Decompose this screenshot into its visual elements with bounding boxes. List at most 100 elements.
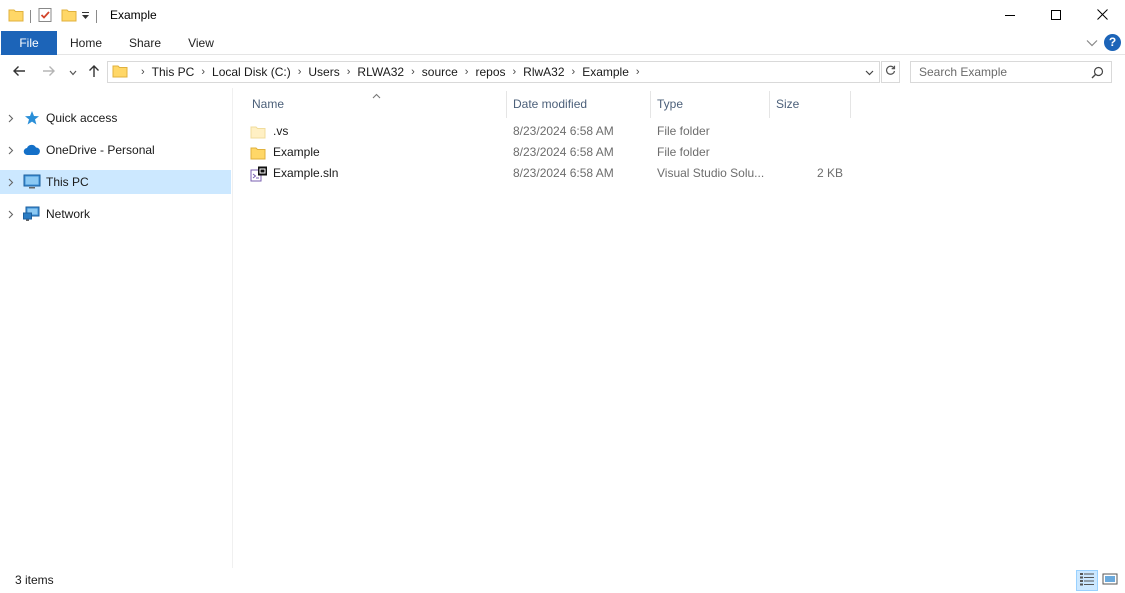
- chevron-down-icon: [865, 65, 874, 79]
- chevron-right-icon[interactable]: [0, 114, 22, 123]
- large-icons-view-icon: [1102, 572, 1118, 589]
- file-date-modified: 8/23/2024 6:58 AM: [513, 124, 614, 138]
- navigation-pane: Quick access OneDrive - Personal This PC…: [0, 88, 233, 568]
- window-title: Example: [110, 8, 157, 22]
- details-view-button[interactable]: [1076, 570, 1098, 591]
- search-box: [910, 61, 1112, 83]
- close-button[interactable]: [1079, 0, 1125, 31]
- customize-dropdown-icon[interactable]: [81, 11, 90, 22]
- file-size: [770, 121, 843, 142]
- address-history-dropdown[interactable]: [863, 66, 875, 78]
- maximize-button[interactable]: [1033, 0, 1079, 31]
- cloud-icon: [22, 141, 42, 159]
- breadcrumb-item[interactable]: This PC: [152, 65, 195, 79]
- column-header-name[interactable]: Name: [246, 91, 507, 118]
- breadcrumb-separator-icon[interactable]: ›: [636, 66, 640, 78]
- hidden-folder-icon: [250, 124, 268, 140]
- search-input[interactable]: [911, 62, 1081, 82]
- toolbar-divider: [30, 9, 31, 23]
- sidebar-item-this-pc[interactable]: This PC: [0, 170, 231, 194]
- file-size: 2 KB: [816, 166, 843, 180]
- tab-home[interactable]: Home: [62, 31, 110, 55]
- column-header-type[interactable]: Type: [651, 91, 770, 118]
- chevron-right-icon[interactable]: [0, 210, 22, 219]
- chevron-right-icon[interactable]: [0, 146, 22, 155]
- breadcrumb-separator-icon[interactable]: ›: [513, 66, 517, 78]
- title-bar: Example: [0, 0, 1125, 31]
- large-icons-view-button[interactable]: [1099, 570, 1121, 591]
- window-controls: [987, 0, 1125, 31]
- breadcrumb-separator-icon[interactable]: ›: [201, 66, 205, 78]
- breadcrumb-item[interactable]: RlwA32: [523, 65, 564, 79]
- chevron-down-icon: [1086, 36, 1098, 50]
- file-type: Visual Studio Solu...: [657, 166, 765, 180]
- breadcrumb-item[interactable]: Users: [308, 65, 339, 79]
- folder-icon: [112, 64, 128, 81]
- sidebar-item-onedrive[interactable]: OneDrive - Personal: [0, 138, 231, 162]
- address-bar[interactable]: › This PC › Local Disk (C:) › Users › RL…: [107, 61, 880, 83]
- close-icon: [1096, 8, 1108, 23]
- sidebar-item-label: Quick access: [46, 111, 118, 125]
- breadcrumb-separator-icon[interactable]: ›: [141, 66, 145, 78]
- column-header-size[interactable]: Size: [770, 91, 851, 118]
- tab-file[interactable]: File: [1, 31, 57, 55]
- folder-icon: [8, 8, 24, 25]
- sidebar-item-network[interactable]: Network: [0, 202, 231, 226]
- sidebar-item-label: This PC: [46, 175, 89, 189]
- chevron-down-icon: [69, 65, 77, 79]
- ribbon: File Home Share View ?: [0, 31, 1125, 55]
- star-icon: [22, 109, 42, 127]
- file-row[interactable]: Example.sln 8/23/2024 6:58 AM Visual Stu…: [250, 163, 850, 184]
- tab-share[interactable]: Share: [122, 31, 168, 55]
- back-button[interactable]: [10, 62, 28, 82]
- new-folder-icon[interactable]: [61, 8, 77, 25]
- file-type: File folder: [657, 124, 710, 138]
- sidebar-item-quick-access[interactable]: Quick access: [0, 106, 231, 130]
- column-header-date-modified[interactable]: Date modified: [507, 91, 651, 118]
- arrow-left-icon: [12, 65, 26, 80]
- breadcrumb-separator-icon[interactable]: ›: [411, 66, 415, 78]
- file-row[interactable]: Example 8/23/2024 6:58 AM File folder: [250, 142, 850, 163]
- file-row[interactable]: .vs 8/23/2024 6:58 AM File folder: [250, 121, 850, 142]
- breadcrumb-item[interactable]: RLWA32: [357, 65, 404, 79]
- breadcrumb-separator-icon[interactable]: ›: [347, 66, 351, 78]
- breadcrumb-item[interactable]: Example: [582, 65, 629, 79]
- details-view-icon: [1079, 572, 1095, 589]
- refresh-icon: [885, 65, 896, 79]
- arrow-up-icon: [88, 64, 100, 81]
- network-icon: [22, 205, 42, 223]
- recent-locations-button[interactable]: [64, 62, 82, 82]
- up-button[interactable]: [85, 62, 103, 82]
- file-name: Example.sln: [273, 166, 339, 180]
- help-button[interactable]: ?: [1104, 34, 1121, 51]
- file-name: .vs: [273, 124, 289, 138]
- breadcrumb-item[interactable]: source: [422, 65, 458, 79]
- search-icon[interactable]: [1091, 66, 1104, 82]
- breadcrumb-item[interactable]: repos: [475, 65, 505, 79]
- visual-studio-solution-icon: [250, 166, 268, 182]
- refresh-button[interactable]: [881, 61, 900, 83]
- expand-ribbon-button[interactable]: [1086, 36, 1098, 50]
- file-date-modified: 8/23/2024 6:58 AM: [513, 145, 614, 159]
- chevron-right-icon[interactable]: [0, 178, 22, 187]
- file-size: [770, 142, 843, 163]
- forward-button[interactable]: [40, 62, 58, 82]
- tab-view[interactable]: View: [180, 31, 222, 55]
- item-count: 3 items: [15, 573, 54, 587]
- navigation-row: › This PC › Local Disk (C:) › Users › RL…: [0, 58, 1125, 86]
- file-list: Name Date modified Type Size .vs 8/23/20…: [234, 88, 1125, 568]
- minimize-icon: [1005, 9, 1015, 23]
- file-date-modified: 8/23/2024 6:58 AM: [513, 166, 614, 180]
- minimize-button[interactable]: [987, 0, 1033, 31]
- breadcrumb-item[interactable]: Local Disk (C:): [212, 65, 291, 79]
- breadcrumb-separator-icon[interactable]: ›: [298, 66, 302, 78]
- file-type: File folder: [657, 145, 710, 159]
- computer-icon: [22, 173, 42, 191]
- breadcrumb-separator-icon[interactable]: ›: [465, 66, 469, 78]
- breadcrumb-separator-icon[interactable]: ›: [572, 66, 576, 78]
- properties-icon[interactable]: [37, 7, 53, 26]
- quick-access-toolbar: [8, 7, 103, 25]
- file-name: Example: [273, 145, 320, 159]
- folder-icon: [250, 145, 268, 161]
- toolbar-divider: [96, 9, 97, 23]
